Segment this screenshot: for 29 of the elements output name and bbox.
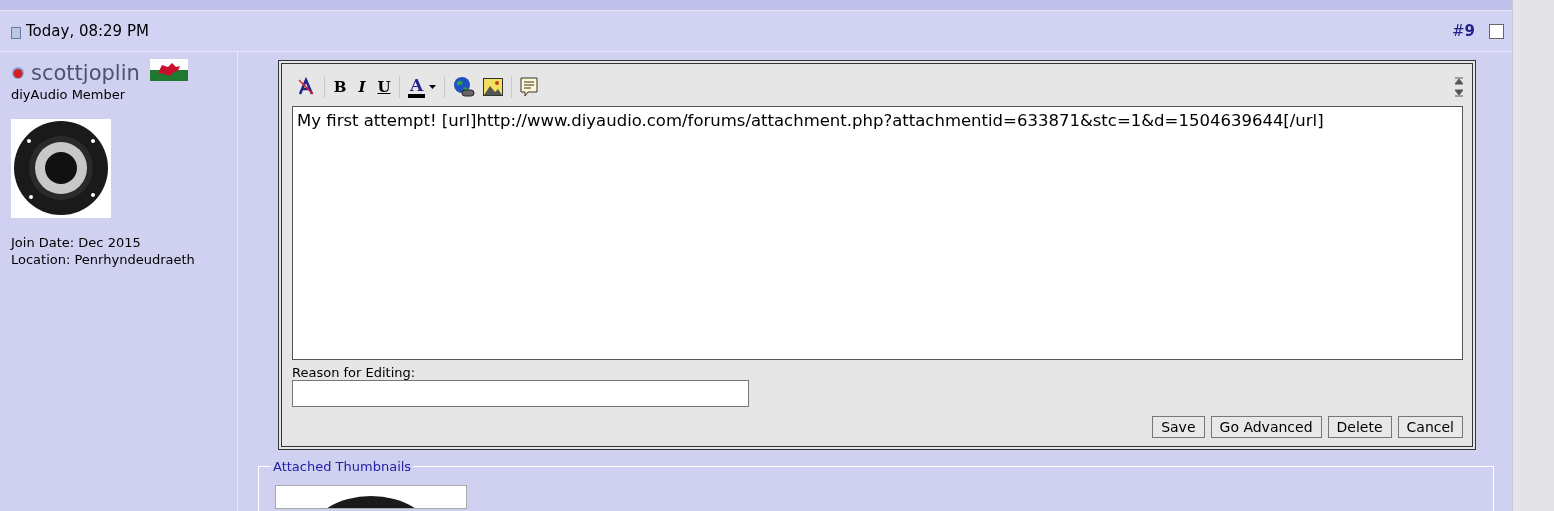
post-date: Today, 08:29 PM [26,22,149,40]
format-button[interactable]: U [377,78,391,96]
flag-icon [149,59,188,81]
join-date: Join Date: Dec 2015 [11,234,142,251]
reason-input-field[interactable] [292,380,749,407]
remove-format-icon[interactable] [296,77,316,97]
post-checkbox[interactable] [1489,23,1504,39]
editor-button[interactable]: Cancel [1397,416,1463,438]
user-title: diyAudio Member [11,86,127,103]
post-number-link[interactable]: #9 [1452,22,1475,40]
dropdown-caret-icon[interactable] [429,85,437,89]
post-icon [11,27,21,39]
editor-button[interactable]: Save [1152,416,1205,438]
reason-label: Reason for Editing: [292,366,417,380]
globe-link-icon[interactable] [453,76,476,98]
attachments-legend: Attached Thumbnails [271,459,414,474]
message-text-area[interactable]: My first attempt! [url]http://www.diyaudio.com/forums/attachment.php?attachmentid=633871&stc=1&d=1504639644[/url] [292,106,1463,360]
status-dot-icon [11,66,25,80]
resize-arrows-icon[interactable] [1455,76,1463,98]
font-color-button[interactable]: A [408,76,426,98]
quote-icon[interactable] [520,77,539,97]
thumbnail-speaker-drawing[interactable] [275,485,467,509]
editor-button[interactable]: Delete [1327,416,1392,438]
location: Location: Penrhyndeudraeth [11,251,196,268]
username-link[interactable]: scottjoplin [31,61,140,85]
image-icon[interactable] [483,78,504,96]
editor-button[interactable]: Go Advanced [1210,416,1322,438]
format-button[interactable]: I [355,78,369,96]
format-button[interactable]: B [333,78,347,96]
